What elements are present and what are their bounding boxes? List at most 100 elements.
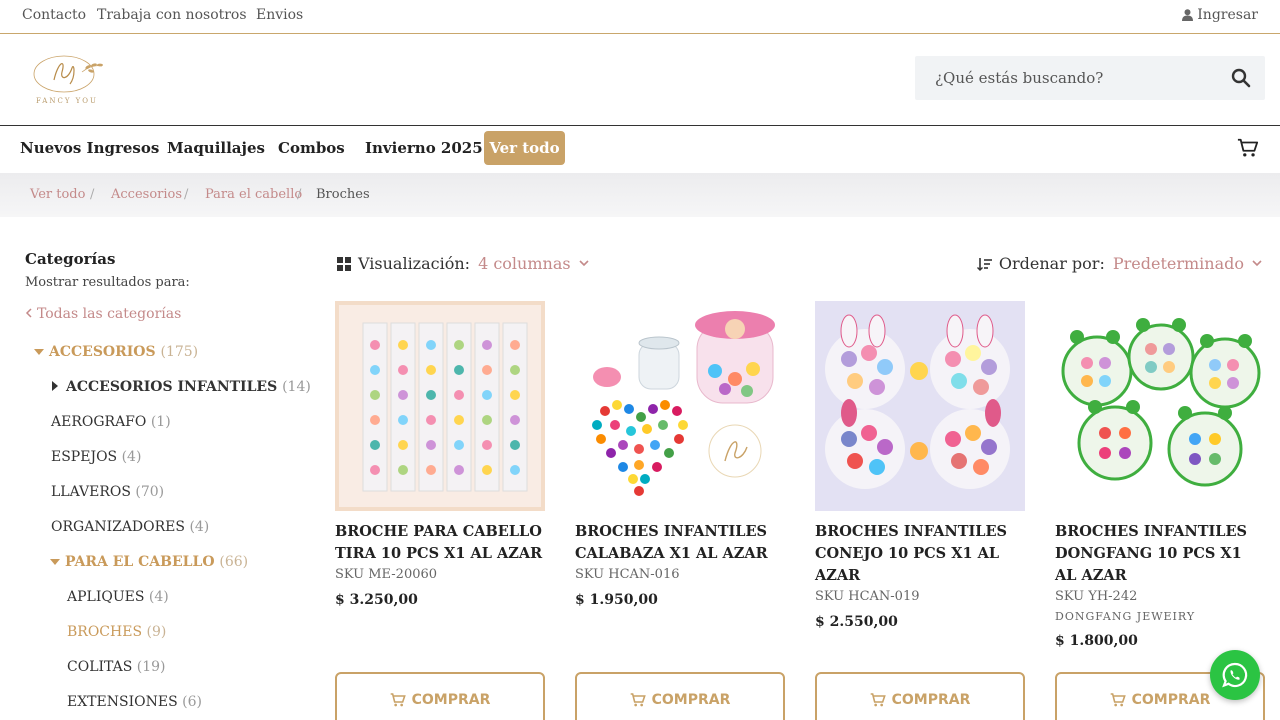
- category-broches[interactable]: BROCHES (9): [67, 624, 166, 640]
- whatsapp-button[interactable]: [1210, 650, 1260, 700]
- category-count: (175): [160, 344, 199, 360]
- product-photo-hair-clips: [339, 305, 541, 507]
- breadcrumb-accessories[interactable]: Accesorios: [111, 187, 182, 202]
- product-image[interactable]: [1055, 301, 1265, 511]
- product-image[interactable]: [575, 301, 785, 511]
- nav-new-arrivals[interactable]: Nuevos Ingresos: [20, 139, 159, 157]
- buy-button-label: COMPRAR: [411, 692, 491, 708]
- buy-button-label: COMPRAR: [891, 692, 971, 708]
- search-input[interactable]: [915, 56, 1215, 100]
- search-box: [915, 56, 1265, 100]
- product-card[interactable]: BROCHES INFANTILES CONEJO 10 PCS X1 AL A…: [815, 301, 1025, 630]
- whatsapp-icon: [1222, 662, 1248, 688]
- product-price: $ 2.550,00: [815, 614, 898, 630]
- product-image[interactable]: [335, 301, 545, 511]
- all-categories-link[interactable]: Todas las categorías: [25, 306, 181, 322]
- product-card[interactable]: BROCHES INFANTILES DONGFANG 10 PCS X1 AL…: [1055, 301, 1265, 649]
- search-icon[interactable]: [1231, 68, 1251, 88]
- grid-icon: [337, 256, 351, 271]
- category-espejos[interactable]: ESPEJOS (4): [51, 449, 141, 465]
- sort-label: Ordenar por:: [998, 254, 1105, 273]
- buy-button[interactable]: COMPRAR: [575, 672, 785, 720]
- product-name[interactable]: BROCHES INFANTILES CONEJO 10 PCS X1 AL A…: [815, 521, 1025, 587]
- category-count: (19): [136, 659, 166, 675]
- category-accesorios-infantiles[interactable]: ACCESORIOS INFANTILES (14): [51, 379, 311, 395]
- category-aerografo[interactable]: AEROGRAFO (1): [51, 414, 171, 430]
- nav-makeup[interactable]: Maquillajes: [167, 139, 265, 157]
- category-label: ESPEJOS: [51, 449, 118, 465]
- header: FANCY YOU: [0, 34, 1280, 126]
- product-brand[interactable]: DONGFANG JEWEIRY: [1055, 610, 1265, 623]
- sort-selector[interactable]: Ordenar por: Predeterminado: [976, 254, 1262, 273]
- category-count: (66): [219, 554, 249, 570]
- main-nav: Nuevos Ingresos Maquillajes Combos Invie…: [0, 126, 1280, 173]
- category-label: EXTENSIONES: [67, 694, 178, 710]
- category-label: ORGANIZADORES: [51, 519, 185, 535]
- breadcrumb-separator: /: [90, 187, 95, 202]
- view-selector[interactable]: Visualización: 4 columnas: [337, 254, 589, 273]
- caret-down-icon: [34, 349, 44, 355]
- breadcrumb-current: Broches: [316, 187, 370, 202]
- chevron-down-icon: [1252, 260, 1262, 267]
- category-para-el-cabello[interactable]: PARA EL CABELLO (66): [50, 554, 248, 570]
- chevron-down-icon: [579, 260, 589, 267]
- category-colitas[interactable]: COLITAS (19): [67, 659, 166, 675]
- view-value: 4 columnas: [478, 254, 571, 273]
- category-llaveros[interactable]: LLAVEROS (70): [51, 484, 164, 500]
- category-count: (4): [121, 449, 142, 465]
- product-name[interactable]: BROCHES INFANTILES DONGFANG 10 PCS X1 AL…: [1055, 521, 1265, 587]
- login-label: Ingresar: [1197, 7, 1258, 23]
- work-with-us-link[interactable]: Trabaja con nosotros: [97, 7, 247, 23]
- contact-link[interactable]: Contacto: [22, 7, 86, 23]
- buy-button[interactable]: COMPRAR: [335, 672, 545, 720]
- category-label: COLITAS: [67, 659, 133, 675]
- category-label: PARA EL CABELLO: [65, 554, 215, 570]
- product-name[interactable]: BROCHE PARA CABELLO TIRA 10 PCS X1 AL AZ…: [335, 521, 545, 565]
- product-price: $ 3.250,00: [335, 592, 418, 608]
- category-label: ACCESORIOS INFANTILES: [66, 379, 278, 395]
- caret-right-icon: [52, 381, 58, 391]
- chevron-left-icon: [25, 308, 32, 318]
- cart-icon[interactable]: [1237, 137, 1259, 159]
- category-accesorios[interactable]: ACCESORIOS (175): [34, 344, 198, 360]
- sidebar-title: Categorías: [25, 250, 116, 268]
- buy-button[interactable]: COMPRAR: [815, 672, 1025, 720]
- logo-text: FANCY YOU: [36, 97, 98, 105]
- login-link[interactable]: Ingresar: [1182, 7, 1258, 23]
- category-count: (4): [148, 589, 169, 605]
- category-count: (4): [189, 519, 210, 535]
- caret-down-icon: [50, 559, 60, 565]
- product-price: $ 1.950,00: [575, 592, 658, 608]
- product-photo-bunny-clips: [815, 301, 1025, 511]
- sort-icon: [976, 257, 992, 271]
- category-extensiones[interactable]: EXTENSIONES (6): [67, 694, 202, 710]
- category-label: LLAVEROS: [51, 484, 131, 500]
- nav-winter-2025[interactable]: Invierno 2025: [365, 139, 483, 157]
- shipping-link[interactable]: Envios: [256, 7, 303, 23]
- breadcrumb-hair[interactable]: Para el cabello: [205, 187, 302, 202]
- buy-button-label: COMPRAR: [651, 692, 731, 708]
- category-label: AEROGRAFO: [51, 414, 147, 430]
- product-image[interactable]: [815, 301, 1025, 511]
- product-photo-frog-clips: [1055, 301, 1265, 511]
- breadcrumb-view-all[interactable]: Ver todo: [30, 187, 85, 202]
- product-card[interactable]: BROCHE PARA CABELLO TIRA 10 PCS X1 AL AZ…: [335, 301, 545, 608]
- category-sidebar: Categorías Mostrar resultados para: Toda…: [0, 217, 320, 720]
- category-organizadores[interactable]: ORGANIZADORES (4): [51, 519, 209, 535]
- store-logo[interactable]: FANCY YOU: [16, 50, 118, 110]
- cart-icon: [1110, 693, 1126, 707]
- nav-view-all-button[interactable]: Ver todo: [484, 131, 565, 165]
- product-name[interactable]: BROCHES INFANTILES CALABAZA X1 AL AZAR: [575, 521, 785, 565]
- category-apliques[interactable]: APLIQUES (4): [67, 589, 169, 605]
- user-icon: [1182, 9, 1194, 21]
- buy-button-label: COMPRAR: [1131, 692, 1211, 708]
- sort-value: Predeterminado: [1112, 254, 1244, 273]
- logo-mark: [33, 55, 103, 93]
- breadcrumb: Ver todo / Accesorios / Para el cabello …: [0, 173, 1280, 217]
- product-sku: SKU ME-20060: [335, 567, 438, 582]
- top-bar: Contacto Trabaja con nosotros Envios Ing…: [0, 0, 1280, 34]
- category-count: (9): [146, 624, 167, 640]
- nav-combos[interactable]: Combos: [278, 139, 345, 157]
- product-sku: SKU YH-242: [1055, 589, 1138, 604]
- product-card[interactable]: BROCHES INFANTILES CALABAZA X1 AL AZAR S…: [575, 301, 785, 608]
